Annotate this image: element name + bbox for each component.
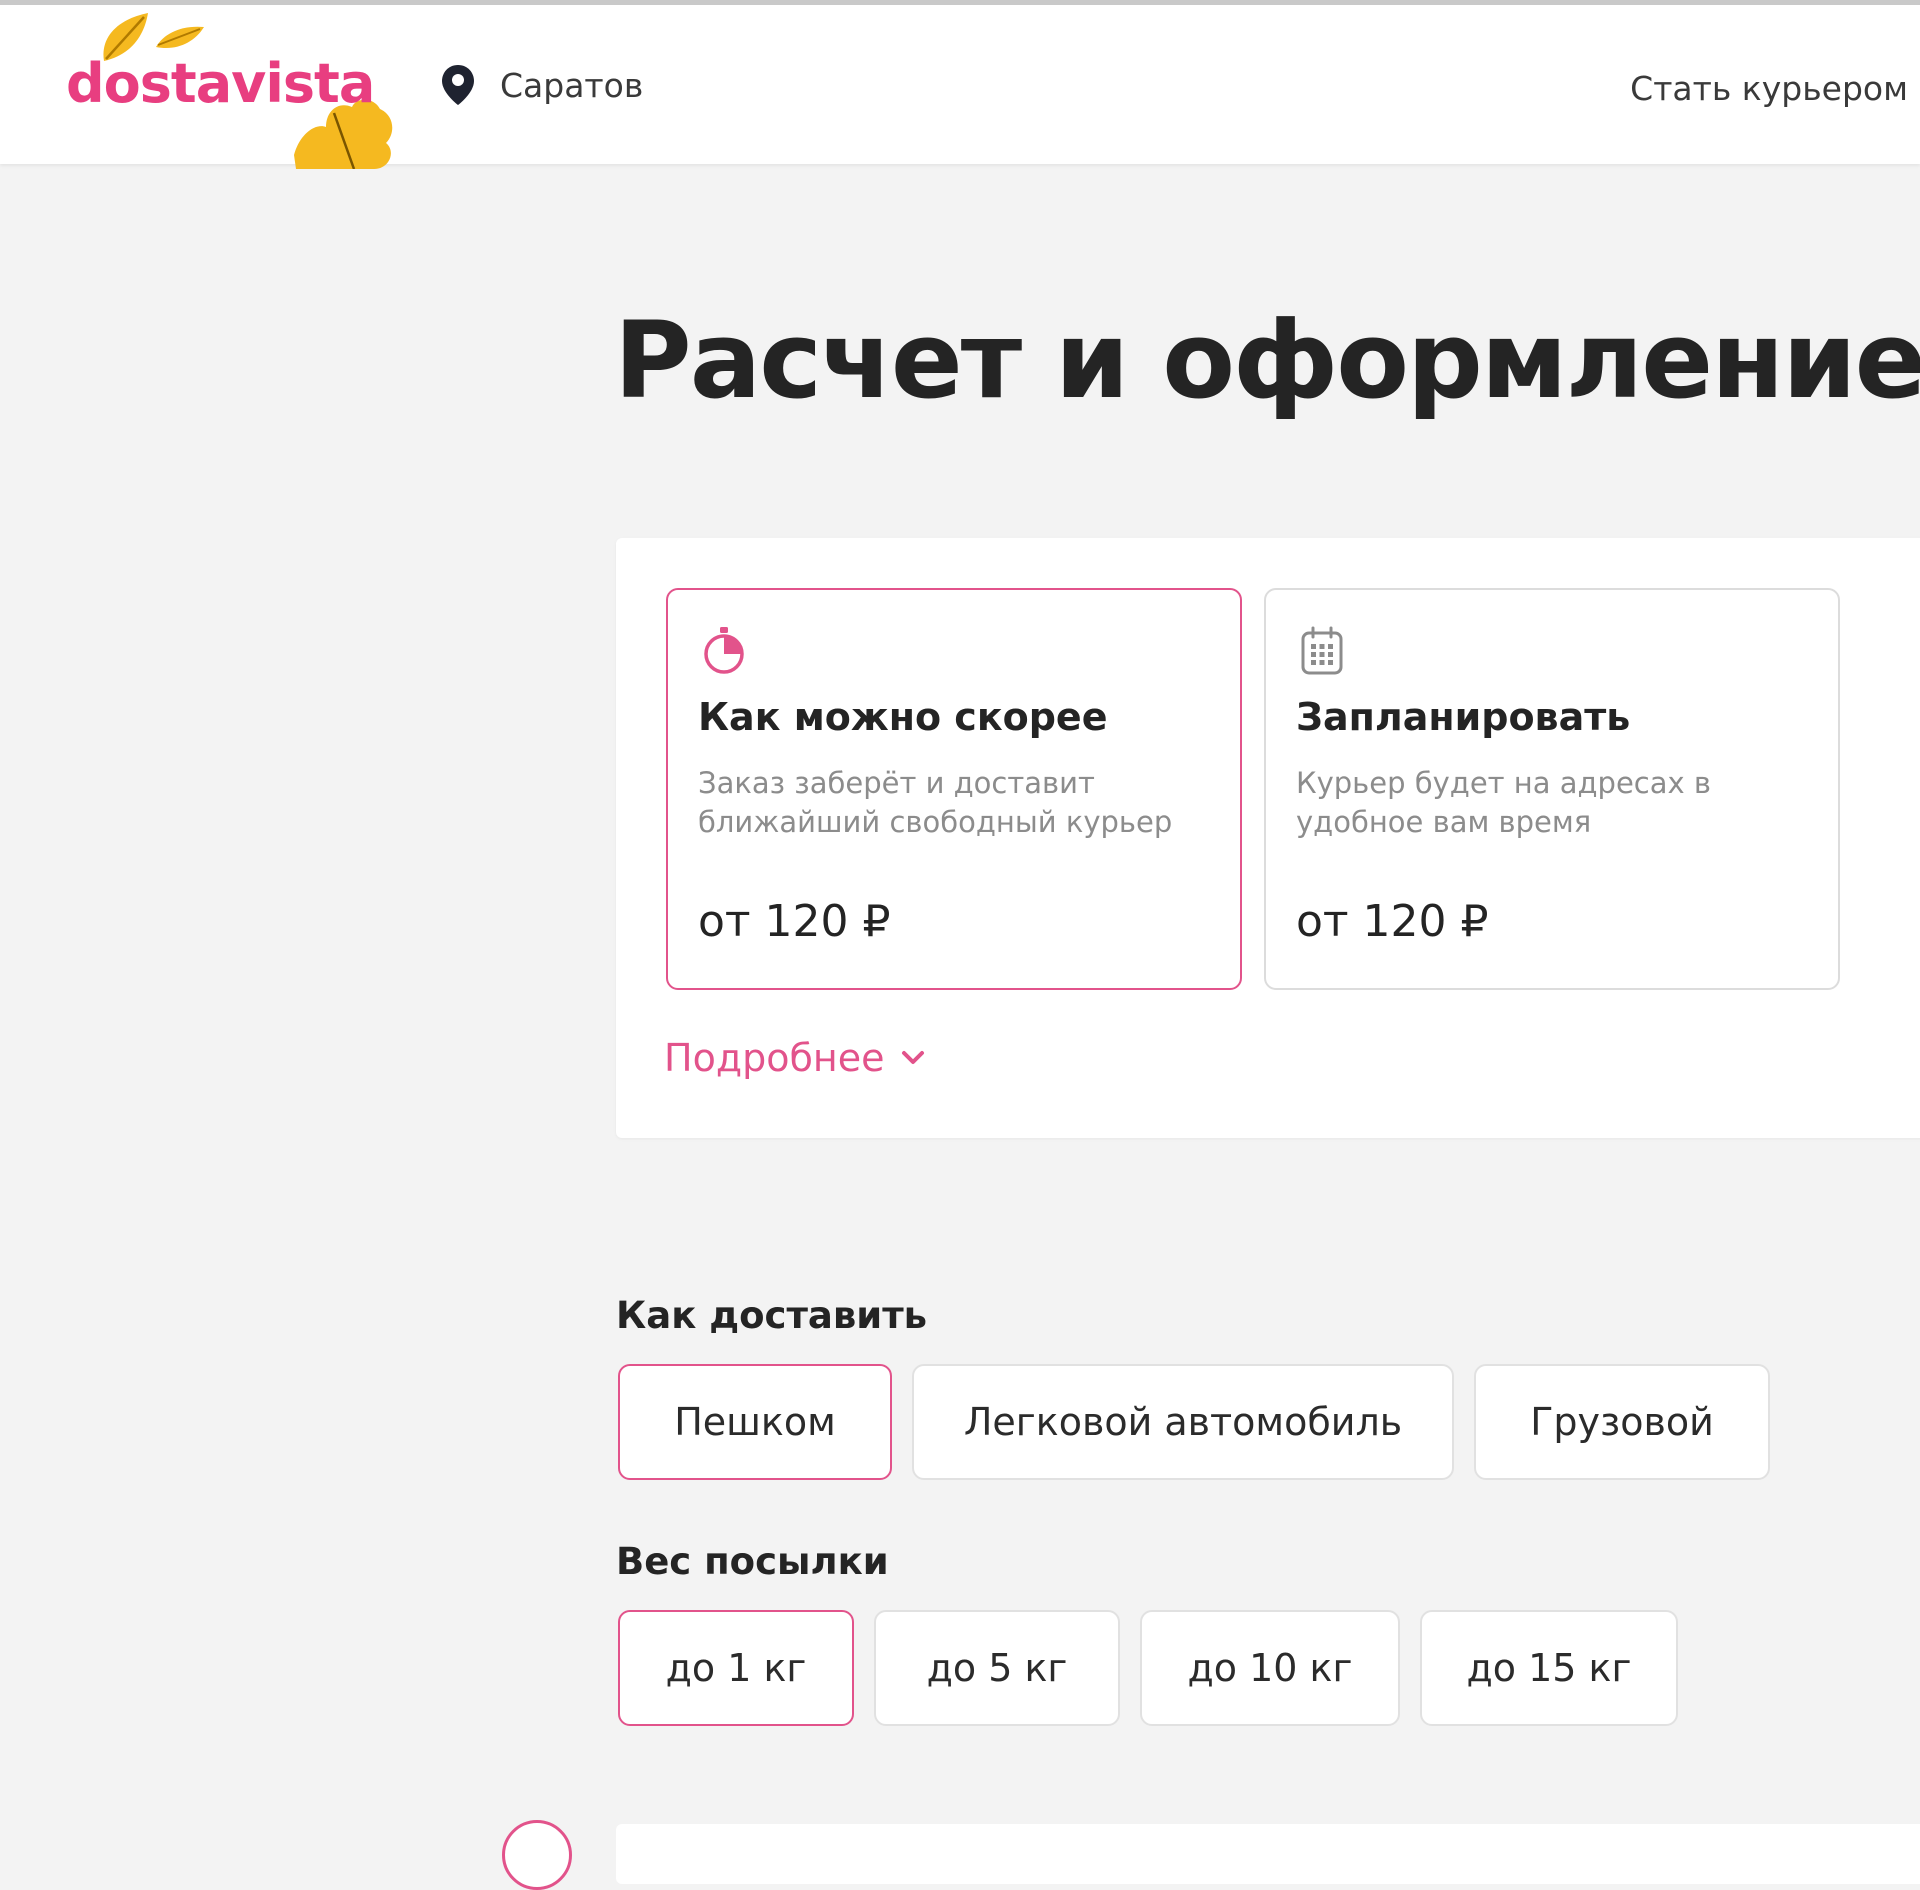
address-panel — [616, 1824, 1920, 1884]
step-indicator — [502, 1820, 572, 1890]
city-selector[interactable]: Саратов — [440, 63, 643, 107]
weight-option-5kg[interactable]: до 5 кг — [874, 1610, 1120, 1726]
weight-option-1kg[interactable]: до 1 кг — [618, 1610, 854, 1726]
transport-option-car[interactable]: Легковой автомобиль — [912, 1364, 1454, 1480]
option-description: Заказ заберёт и доставит ближайший свобо… — [698, 766, 1173, 839]
calendar-icon — [1301, 626, 1343, 675]
transport-option-walk[interactable]: Пешком — [618, 1364, 892, 1480]
transport-section-label: Как доставить — [616, 1294, 928, 1337]
site-header: dostavista Саратов Стать курьером — [0, 0, 1920, 169]
city-name: Саратов — [500, 65, 644, 105]
option-title: Запланировать — [1296, 695, 1631, 739]
weight-option-10kg[interactable]: до 10 кг — [1140, 1610, 1400, 1726]
logo-wordmark: dostavista — [66, 52, 375, 115]
option-asap-card[interactable]: Как можно скорее Заказ заберёт и достави… — [666, 588, 1242, 990]
transport-option-truck[interactable]: Грузовой — [1474, 1364, 1770, 1480]
chevron-down-icon — [901, 1051, 924, 1064]
location-pin-icon — [442, 65, 474, 105]
more-details-label: Подробнее — [664, 1036, 885, 1080]
page-title: Расчет и оформление — [614, 299, 1920, 422]
option-description: Курьер будет на адресах в удобное вам вр… — [1296, 766, 1711, 839]
become-courier-link[interactable]: Стать курьером — [1630, 69, 1908, 108]
weight-option-15kg[interactable]: до 15 кг — [1420, 1610, 1678, 1726]
delivery-timing-panel: Как можно скорее Заказ заберёт и достави… — [616, 538, 1920, 1138]
stopwatch-icon — [704, 627, 744, 674]
dostavista-logo[interactable]: dostavista — [64, 5, 404, 169]
weight-section-label: Вес посылки — [616, 1540, 889, 1583]
option-title: Как можно скорее — [698, 695, 1108, 739]
option-price: от 120 ₽ — [1296, 896, 1489, 947]
more-details-link[interactable]: Подробнее — [664, 1036, 925, 1080]
option-price: от 120 ₽ — [698, 896, 891, 947]
option-schedule-card[interactable]: Запланировать Курьер будет на адресах в … — [1264, 588, 1840, 990]
